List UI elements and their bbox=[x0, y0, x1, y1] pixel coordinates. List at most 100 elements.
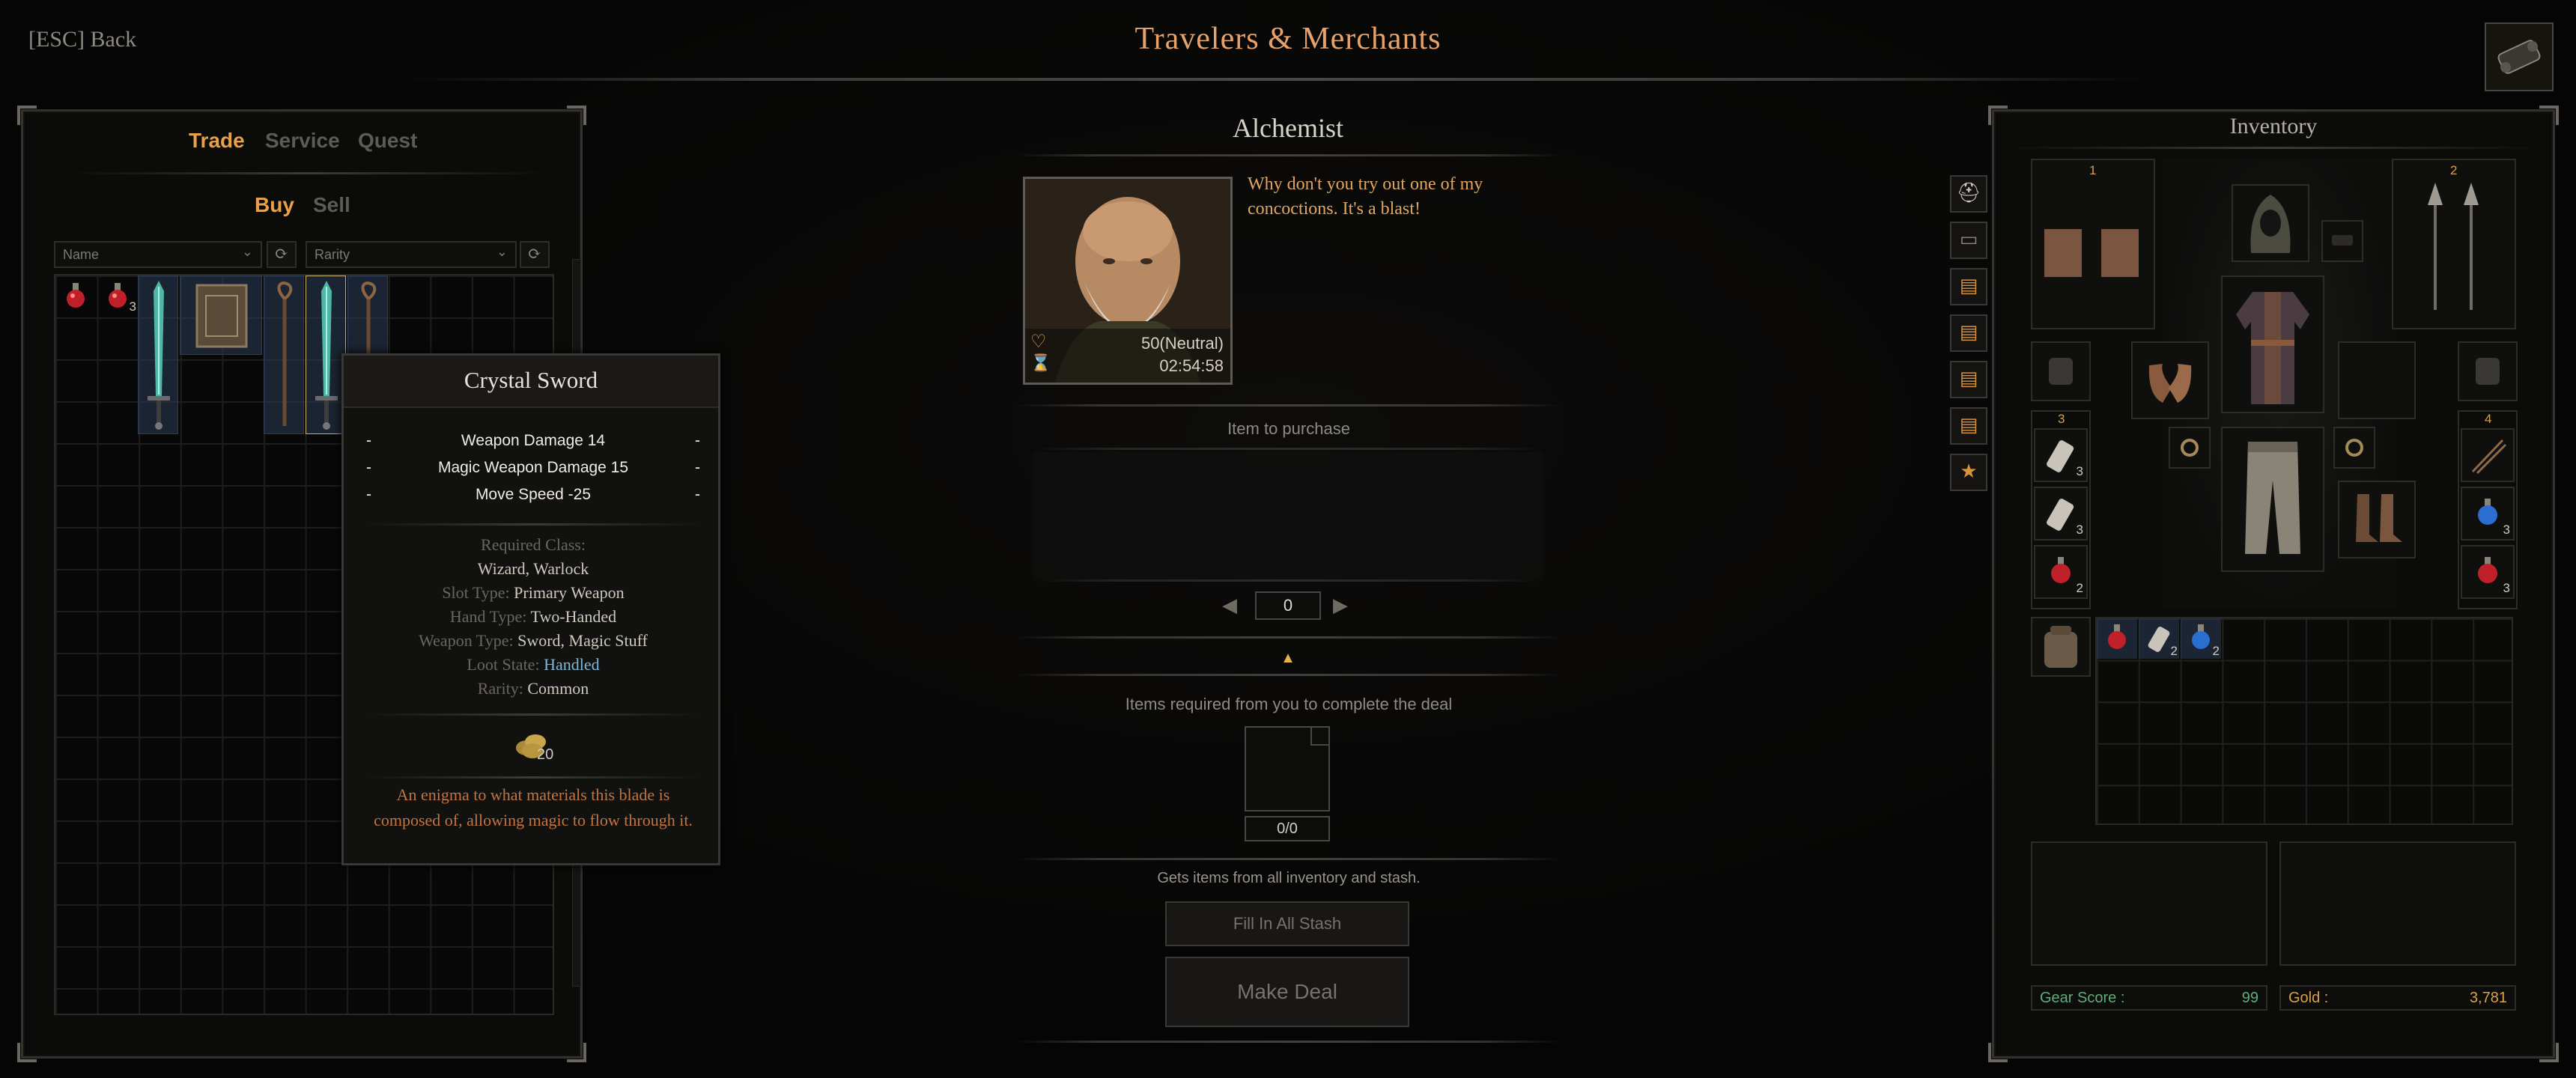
weapon-slot-number: 2 bbox=[2450, 163, 2458, 177]
ring-slot-2[interactable] bbox=[2333, 427, 2375, 469]
row-label: Rarity: bbox=[477, 679, 523, 698]
item-tooltip: Crystal Sword - Weapon Damage 14- - Magic … bbox=[341, 353, 720, 865]
refresh-icon[interactable]: ⟳ bbox=[520, 241, 550, 268]
gloves-slot[interactable] bbox=[2131, 341, 2209, 419]
quantity-input[interactable]: 0 bbox=[1255, 591, 1321, 620]
name-sort-dropdown[interactable]: Name ⌄ bbox=[54, 241, 262, 268]
section-divider bbox=[1015, 636, 1562, 639]
utility-slot[interactable]: 2 bbox=[2034, 545, 2088, 599]
grid-item-slot[interactable]: 3 bbox=[97, 275, 138, 316]
scroll-icon bbox=[2497, 40, 2541, 74]
stash-tab-icon[interactable]: ▤ bbox=[1950, 361, 1987, 398]
item-count: 3 bbox=[2076, 464, 2083, 478]
row-label: Hand Type: bbox=[449, 607, 527, 626]
ring-slot-1[interactable] bbox=[2169, 427, 2211, 469]
merchant-portrait bbox=[1023, 177, 1233, 385]
boots-slot[interactable] bbox=[2338, 481, 2416, 558]
required-class-value: Wizard, Warlock bbox=[477, 559, 589, 578]
item-count: 2 bbox=[2212, 644, 2220, 658]
required-count: 0/0 bbox=[1245, 816, 1330, 841]
tooltip-row: Loot State: Handled bbox=[344, 655, 723, 674]
inventory-item-slot[interactable]: 2 bbox=[2139, 618, 2179, 659]
item-to-purchase-label: Item to purchase bbox=[1227, 419, 1350, 438]
ring-icon bbox=[2345, 439, 2363, 457]
make-deal-button[interactable]: Make Deal bbox=[1165, 957, 1409, 1027]
subtab-sell[interactable]: Sell bbox=[313, 193, 350, 217]
grid-item-slot-selected[interactable] bbox=[306, 275, 346, 434]
staff-icon bbox=[277, 281, 293, 426]
utility-slot[interactable]: 3 bbox=[2461, 487, 2515, 540]
row-value: Sword, Magic Stuff bbox=[517, 631, 648, 650]
tooltip-row: Rarity: Common bbox=[344, 679, 723, 698]
chest-icon[interactable]: ▭ bbox=[1950, 222, 1987, 259]
stash-tab-icon[interactable]: ▤ bbox=[1950, 268, 1987, 305]
backpack-icon bbox=[2049, 358, 2073, 385]
stash-tab-icon[interactable]: ▤ bbox=[1950, 407, 1987, 445]
chest-slot[interactable] bbox=[2221, 275, 2324, 413]
red-potion-icon bbox=[2108, 624, 2126, 649]
cloak-slot[interactable] bbox=[2031, 341, 2091, 401]
halberd-icon bbox=[2428, 183, 2479, 310]
required-item-slot[interactable] bbox=[1245, 726, 1330, 811]
row-value: Two-Handed bbox=[530, 607, 617, 626]
bag-slot[interactable] bbox=[2031, 617, 2091, 677]
item-description: An enigma to what materials this blade i… bbox=[374, 785, 693, 829]
helmet-slot[interactable] bbox=[2232, 184, 2309, 262]
stash-source-note: Gets items from all inventory and stash. bbox=[1157, 870, 1421, 886]
helmet-icon[interactable]: ⛑ bbox=[1950, 175, 1987, 213]
tab-divider bbox=[67, 172, 547, 174]
inventory-item-slot[interactable]: 2 bbox=[2181, 618, 2221, 659]
tab-quest[interactable]: Quest bbox=[358, 129, 417, 153]
star-icon[interactable]: ★ bbox=[1950, 454, 1987, 491]
legs-slot[interactable] bbox=[2221, 427, 2324, 572]
chevron-down-icon: ⌄ bbox=[241, 244, 253, 259]
spellbook-icon bbox=[195, 284, 248, 348]
stash-tab-icon[interactable]: ▤ bbox=[1950, 314, 1987, 352]
tab-trade[interactable]: Trade bbox=[189, 129, 245, 153]
utility-slot[interactable]: 3 bbox=[2034, 428, 2088, 482]
gloves-icon bbox=[2148, 364, 2192, 403]
game-screen: [ESC] Back Travelers & Merchants Trade S… bbox=[0, 0, 2576, 1078]
empty-panel-box bbox=[2279, 841, 2516, 966]
section-divider bbox=[1015, 858, 1562, 860]
subtab-buy[interactable]: Buy bbox=[255, 193, 294, 217]
item-count: 2 bbox=[2170, 644, 2178, 658]
grid-item-slot[interactable] bbox=[180, 275, 262, 355]
stat-text: Weapon Damage 14 bbox=[461, 432, 606, 449]
utility-slot-number: 3 bbox=[2058, 412, 2065, 426]
inventory-item-slot[interactable] bbox=[2097, 618, 2137, 659]
arrows-icon bbox=[2471, 439, 2507, 475]
robe-icon bbox=[2236, 292, 2309, 404]
utility-slot[interactable]: 3 bbox=[2461, 545, 2515, 599]
fill-in-all-stash-button[interactable]: Fill In All Stash bbox=[1165, 901, 1409, 946]
necklace-icon bbox=[2332, 235, 2353, 246]
grid-item-slot[interactable] bbox=[138, 275, 178, 434]
affinity-value: 50(Neutral) bbox=[1140, 334, 1224, 353]
empty-equipment-slot[interactable] bbox=[2338, 341, 2416, 419]
merchant-map-button[interactable] bbox=[2485, 22, 2554, 91]
weapon-slot-1[interactable]: 1 bbox=[2031, 159, 2155, 329]
grid-item-slot[interactable] bbox=[55, 275, 96, 316]
purchase-item-area bbox=[1033, 452, 1543, 579]
slot-corner-marker bbox=[1310, 728, 1328, 746]
rarity-sort-dropdown[interactable]: Rarity ⌄ bbox=[306, 241, 517, 268]
crystal-sword-icon bbox=[315, 281, 338, 430]
utility-slot[interactable]: 3 bbox=[2034, 487, 2088, 540]
inventory-title-divider bbox=[2007, 147, 2540, 149]
utility-slot[interactable] bbox=[2461, 428, 2515, 482]
name-sort-label: Name bbox=[63, 247, 100, 262]
cloak-slot-2[interactable] bbox=[2458, 341, 2518, 401]
backpack-icon bbox=[2476, 358, 2500, 385]
heart-icon: ♡ bbox=[1030, 332, 1047, 352]
necklace-slot[interactable] bbox=[2321, 220, 2363, 262]
tooltip-row: Hand Type: Two-Handed bbox=[344, 607, 723, 627]
hood-icon bbox=[2250, 195, 2291, 253]
rarity-sort-label: Rarity bbox=[315, 247, 350, 262]
tab-service[interactable]: Service bbox=[265, 129, 340, 153]
utility-slot-number: 4 bbox=[2485, 412, 2492, 426]
refresh-icon[interactable]: ⟳ bbox=[267, 241, 297, 268]
weapon-slot-2[interactable]: 2 bbox=[2392, 159, 2516, 329]
quantity-decrease-button[interactable]: ◀ bbox=[1222, 594, 1243, 617]
grid-item-slot[interactable] bbox=[264, 275, 304, 434]
quantity-increase-button[interactable]: ▶ bbox=[1333, 594, 1354, 617]
